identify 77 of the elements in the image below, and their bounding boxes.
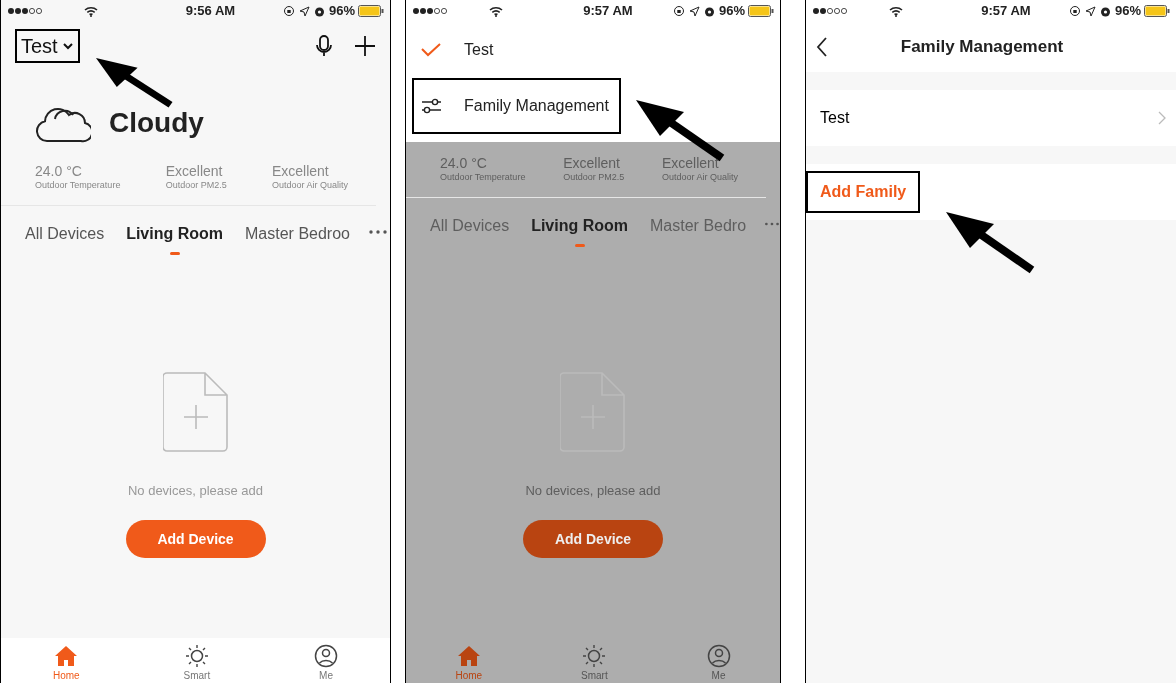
stat-label: Outdoor Air Quality <box>661 171 738 185</box>
user-icon <box>706 644 731 668</box>
rotation-lock-icon <box>282 5 295 17</box>
microphone-icon <box>316 35 332 57</box>
empty-message: No devices, please add <box>525 481 661 500</box>
signal-icon <box>7 6 43 16</box>
user-icon <box>314 644 339 668</box>
wifi-icon <box>888 5 903 17</box>
location-icon <box>688 5 700 17</box>
checkmark-icon <box>421 43 441 57</box>
plus-icon <box>354 35 376 57</box>
back-button[interactable] <box>816 37 828 57</box>
stat-value: 24.0 °C <box>440 156 488 172</box>
wifi-icon <box>83 5 98 17</box>
battery-icon <box>748 5 774 17</box>
tab-bar-item[interactable]: Home <box>52 644 80 683</box>
add-device-button[interactable]: Add Device <box>125 520 266 558</box>
weather-condition: Cloudy <box>109 106 204 140</box>
add-family-button[interactable]: Add Family <box>806 171 921 213</box>
chevron-right-icon <box>1158 111 1166 125</box>
more-icon[interactable] <box>764 220 780 227</box>
stat-value: Excellent <box>661 156 720 172</box>
alarm-icon <box>313 5 325 17</box>
more-icon[interactable] <box>367 228 388 235</box>
stat-label: Outdoor Temperature <box>440 171 526 185</box>
tab-bar-item[interactable]: Home <box>455 644 483 683</box>
alarm-icon <box>703 5 715 17</box>
status-time: 9:57 AM <box>980 2 1032 21</box>
add-button[interactable] <box>354 35 376 57</box>
menu-item[interactable]: Family Management <box>412 78 621 134</box>
tab-bar-item[interactable]: Me <box>706 644 731 683</box>
room-tab[interactable]: All Devices <box>430 213 510 238</box>
stat-value: 24.0 °C <box>35 164 83 180</box>
tab-bar-item[interactable]: Me <box>314 644 339 683</box>
rotation-lock-icon <box>1068 5 1081 17</box>
microphone-button[interactable] <box>316 35 332 57</box>
empty-message: No devices, please add <box>127 481 264 500</box>
wifi-icon <box>488 5 503 17</box>
home-selector[interactable]: Test <box>15 29 80 63</box>
add-file-icon <box>162 370 229 453</box>
location-icon <box>298 5 310 17</box>
signal-icon <box>812 6 848 16</box>
room-tab[interactable]: All Devices <box>25 221 105 246</box>
home-icon <box>456 644 481 668</box>
status-time: 9:56 AM <box>184 2 237 21</box>
chevron-down-icon <box>61 42 74 50</box>
battery-percent: 96% <box>328 2 355 21</box>
battery-icon <box>1144 5 1170 17</box>
family-row[interactable]: Test <box>806 90 1176 146</box>
tab-bar-item[interactable]: Smart <box>581 644 608 683</box>
screen-title: Family Management <box>899 36 1065 59</box>
stat-label: Outdoor Temperature <box>35 179 121 193</box>
sun-icon <box>184 644 209 668</box>
location-icon <box>1084 5 1096 17</box>
stat-value: Excellent <box>165 164 224 180</box>
tab-bar-item[interactable]: Smart <box>183 644 211 683</box>
room-tab[interactable]: Living Room <box>126 221 224 255</box>
stat-value: Excellent <box>271 164 330 180</box>
rotation-lock-icon <box>672 5 685 17</box>
battery-percent: 96% <box>1114 2 1141 21</box>
stat-label: Outdoor PM2.5 <box>563 171 625 185</box>
battery-percent: 96% <box>718 2 745 21</box>
battery-icon <box>358 5 384 17</box>
signal-icon <box>412 6 448 16</box>
sliders-icon <box>421 98 441 114</box>
alarm-icon <box>1099 5 1111 17</box>
stat-label: Outdoor Air Quality <box>271 179 348 193</box>
back-icon <box>816 37 828 57</box>
home-icon <box>54 644 79 668</box>
room-tab[interactable]: Master Bedro <box>650 213 747 238</box>
room-tab[interactable]: Master Bedroo <box>245 221 350 246</box>
add-device-button[interactable]: Add Device <box>523 520 663 558</box>
room-tab[interactable]: Living Room <box>531 213 629 247</box>
stat-label: Outdoor PM2.5 <box>165 179 227 193</box>
status-time: 9:57 AM <box>582 2 634 21</box>
stat-value: Excellent <box>563 156 621 172</box>
sun-icon <box>582 644 607 668</box>
